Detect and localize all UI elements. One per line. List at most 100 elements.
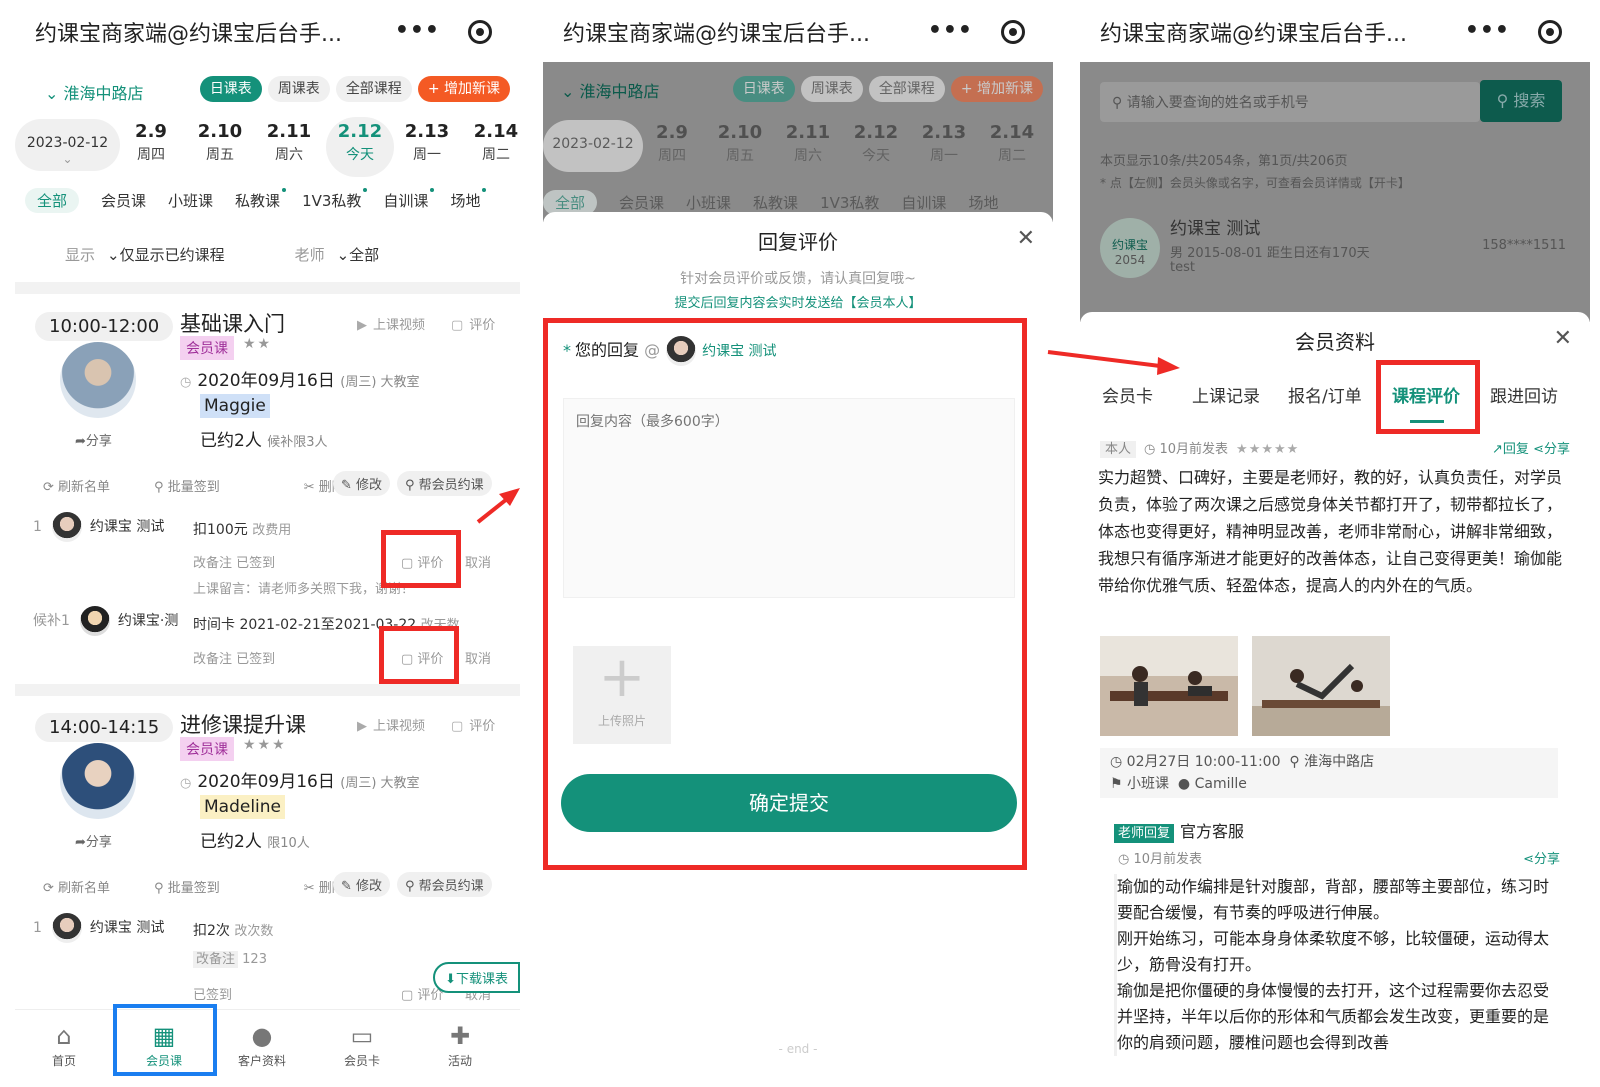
close-miniprogram-icon[interactable] xyxy=(1538,20,1562,44)
class-room: (周三) 大教室 xyxy=(340,776,420,791)
member-name[interactable]: 约课宝 测试 xyxy=(90,920,164,936)
top-bar: 约课宝商家端@约课宝后台手... ••• xyxy=(1080,0,1590,62)
show-filter-dropdown[interactable]: ⌄仅显示已约课程 xyxy=(107,246,225,264)
edit-class-button[interactable]: ✎ 修改 xyxy=(333,872,391,897)
app-title: 约课宝商家端@约课宝后台手... xyxy=(35,22,342,47)
date-cell[interactable]: 2.11 周六 xyxy=(258,121,320,164)
class-video-link[interactable]: ▶ 上课视频 xyxy=(357,715,425,734)
class-title[interactable]: 基础课入门 xyxy=(180,308,285,338)
store-selector[interactable]: ⌄ 淮海中路店 xyxy=(45,80,144,104)
download-schedule-button[interactable]: ⬇下载课表 xyxy=(433,962,520,993)
weekly-schedule-button[interactable]: 周课表 xyxy=(267,76,330,102)
class-video-link[interactable]: ▶ 上课视频 xyxy=(357,314,425,333)
date-picker[interactable]: 2023-02-12 ⌄ xyxy=(15,119,120,171)
refresh-list-button[interactable]: ⟳ 刷新名单 xyxy=(43,480,132,495)
teacher-label: 老师 xyxy=(294,246,325,264)
review-photo[interactable] xyxy=(1100,636,1238,736)
date-cell[interactable]: 2.14 周二 xyxy=(465,121,520,164)
class-teacher: Madeline xyxy=(200,795,286,819)
reply-button[interactable]: ↗回复 xyxy=(1492,442,1529,457)
teacher-filter-dropdown[interactable]: ⌄全部 xyxy=(337,246,380,264)
more-icon[interactable]: ••• xyxy=(928,18,973,43)
member-cancel-button[interactable]: 取消 xyxy=(465,648,491,667)
batch-signin-button[interactable]: ⚲ 批量签到 xyxy=(154,881,242,896)
tab-member-card[interactable]: ▭ 会员卡 xyxy=(317,1022,407,1069)
date-cell[interactable]: 2.9 周四 xyxy=(120,121,182,164)
share-button[interactable]: ⋖分享 xyxy=(1533,442,1570,457)
add-course-button[interactable]: + 增加新课 xyxy=(417,76,510,102)
review-stars: ★★★★★ xyxy=(1236,442,1300,457)
category-venue[interactable]: 场地 xyxy=(450,188,487,211)
book-for-member-button[interactable]: ⚲ 帮会员约课 xyxy=(397,872,492,897)
close-miniprogram-icon[interactable] xyxy=(1001,20,1025,44)
member-cancel-button[interactable]: 取消 xyxy=(465,552,491,571)
close-miniprogram-icon[interactable] xyxy=(468,20,492,44)
daily-schedule-button[interactable]: 日课表 xyxy=(199,76,262,102)
tab-orders[interactable]: 报名/订单 xyxy=(1288,382,1362,407)
date-day: 2.10 xyxy=(197,121,243,142)
teacher-reply-share-button[interactable]: ⋖分享 xyxy=(1523,848,1560,867)
class-stars: ★★ xyxy=(243,336,273,352)
category-1v3[interactable]: 1V3私教 xyxy=(302,188,368,211)
tab-class-records[interactable]: 上课记录 xyxy=(1192,382,1260,407)
all-courses-button[interactable]: 全部课程 xyxy=(335,76,412,102)
change-fee-link[interactable]: 改费用 xyxy=(252,523,291,538)
category-small-class[interactable]: 小班课 xyxy=(168,190,213,211)
booked-count: 已约2人 xyxy=(200,431,262,451)
teacher-avatar[interactable] xyxy=(60,342,136,418)
date-weekday: 周一 xyxy=(930,148,958,164)
category-all[interactable]: 全部 xyxy=(25,188,80,213)
download-schedule-label: 下载课表 xyxy=(455,972,508,987)
tab-customers[interactable]: ● 客户资料 xyxy=(217,1022,307,1069)
member-avatar[interactable] xyxy=(51,913,82,943)
class-eval-link[interactable]: ▢ 评价 xyxy=(451,715,495,734)
member-logo-avatar: 约课宝 2054 xyxy=(1100,218,1160,278)
share-label: 分享 xyxy=(85,835,112,850)
clock-icon: ◷ xyxy=(1144,442,1160,457)
member-name[interactable]: 约课宝·测 xyxy=(118,613,178,629)
play-icon: ▶ xyxy=(357,719,367,734)
edit-remark-button[interactable]: 改备注 xyxy=(193,951,239,968)
book-for-member-button[interactable]: ⚲ 帮会员约课 xyxy=(397,471,492,496)
clock-icon: ◷ xyxy=(1110,754,1127,770)
tab-follow-up[interactable]: 跟进回访 xyxy=(1490,382,1558,407)
change-count-link[interactable]: 改次数 xyxy=(234,924,273,939)
top-bar: 约课宝商家端@约课宝后台手... ••• xyxy=(543,0,1053,62)
category-member[interactable]: 会员课 xyxy=(101,190,146,211)
flag-icon: ⚑ xyxy=(1110,776,1128,792)
more-icon[interactable]: ••• xyxy=(395,18,440,43)
edit-class-button[interactable]: ✎ 修改 xyxy=(333,471,391,496)
date-cell-today[interactable]: 2.12 今天 xyxy=(326,117,394,177)
class-stars: ★★★ xyxy=(243,737,287,753)
class-title[interactable]: 进修课提升课 xyxy=(180,709,306,739)
member-avatar[interactable] xyxy=(51,512,82,542)
refresh-list-button[interactable]: ⟳ 刷新名单 xyxy=(43,881,132,896)
category-private[interactable]: 私教课 xyxy=(235,188,287,211)
comment-icon: ▢ xyxy=(451,318,464,333)
member-sub-actions[interactable]: 改备注 已签到 xyxy=(193,552,275,571)
self-badge: 本人 xyxy=(1100,441,1137,458)
teacher-avatar[interactable] xyxy=(60,743,136,819)
share-link[interactable]: ➦分享 xyxy=(75,430,112,449)
review-photo[interactable] xyxy=(1252,636,1390,736)
date-cell[interactable]: 2.10 周五 xyxy=(189,121,251,164)
tab-member-card[interactable]: 会员卡 xyxy=(1102,382,1153,407)
class-video-label: 上课视频 xyxy=(373,719,426,734)
class-info: ◷ 02月27日 10:00-11:00 ⚲ 淮海中路店 ⚑ 小班课 ● Cam… xyxy=(1100,748,1558,798)
close-icon[interactable]: ✕ xyxy=(1017,226,1035,251)
date-day: 2.12 xyxy=(337,121,383,142)
share-link[interactable]: ➦分享 xyxy=(75,831,112,850)
tab-home[interactable]: ⌂ 首页 xyxy=(19,1022,109,1069)
close-icon[interactable]: ✕ xyxy=(1554,326,1572,351)
class-eval-link[interactable]: ▢ 评价 xyxy=(451,314,495,333)
more-icon[interactable]: ••• xyxy=(1465,18,1510,43)
batch-signin-button[interactable]: ⚲ 批量签到 xyxy=(154,480,242,495)
tab-activity[interactable]: ✚ 活动 xyxy=(415,1022,505,1069)
class-date: ◷ 2020年09月16日 (周三) 大教室 xyxy=(180,767,420,792)
member-sub-actions[interactable]: 改备注 已签到 xyxy=(193,648,275,667)
member-avatar[interactable] xyxy=(79,606,110,636)
date-cell: 2.9 周四 xyxy=(641,122,703,165)
date-cell[interactable]: 2.13 周一 xyxy=(396,121,458,164)
member-name[interactable]: 约课宝 测试 xyxy=(90,519,164,535)
category-self-training[interactable]: 自训课 xyxy=(383,188,435,211)
